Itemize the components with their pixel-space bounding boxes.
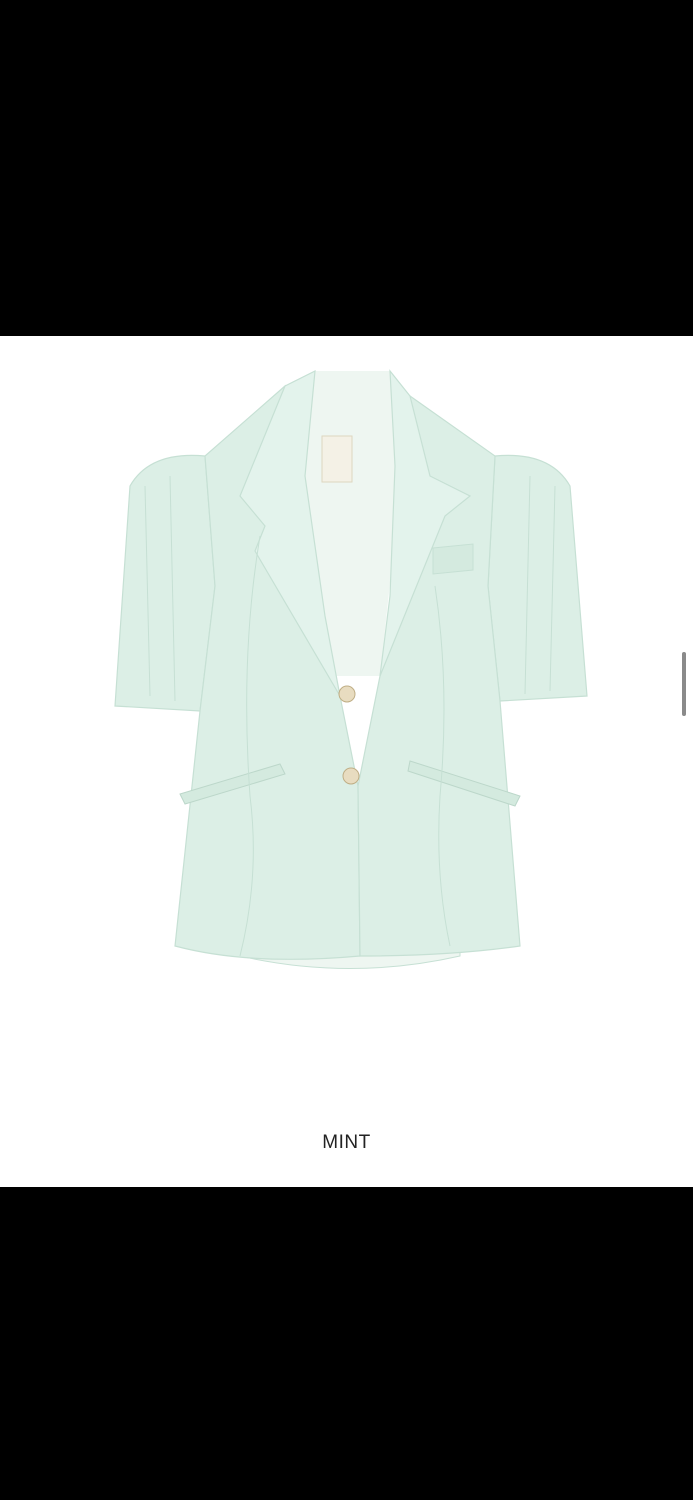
letterbox-bottom	[0, 1187, 693, 1500]
screen: MINT	[0, 0, 693, 1500]
scrollbar-thumb[interactable]	[682, 652, 686, 716]
blazer-image	[114, 369, 588, 969]
letterbox-top	[0, 0, 693, 336]
color-label: MINT	[322, 1132, 371, 1153]
product-panel: MINT	[0, 336, 693, 1187]
